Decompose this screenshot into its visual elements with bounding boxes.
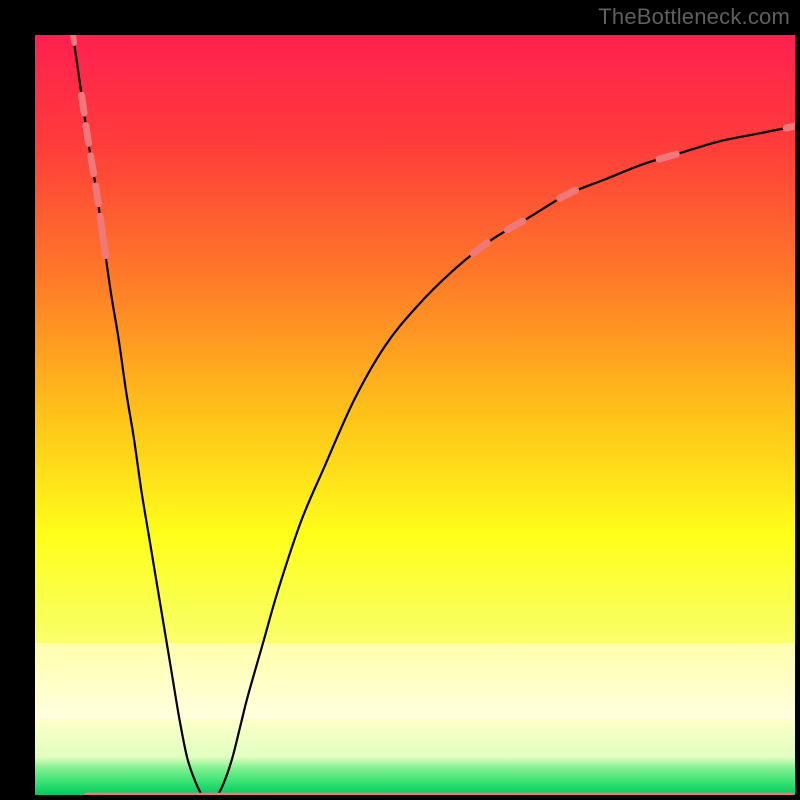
curve-tick xyxy=(103,238,106,256)
curve-tick xyxy=(96,186,99,204)
chart-frame: TheBottleneck.com xyxy=(0,0,800,800)
curve-tick xyxy=(86,126,89,144)
highlight-band xyxy=(35,643,795,719)
curve-tick xyxy=(100,216,102,234)
curve-start-cap xyxy=(73,35,74,43)
plot-area xyxy=(35,35,795,795)
curve-tick xyxy=(91,156,94,174)
curve-tick xyxy=(82,95,84,113)
bottleneck-curve-chart xyxy=(35,35,795,795)
curve-tick xyxy=(659,154,676,159)
curve-tick xyxy=(786,124,795,128)
watermark-text: TheBottleneck.com xyxy=(598,4,790,30)
